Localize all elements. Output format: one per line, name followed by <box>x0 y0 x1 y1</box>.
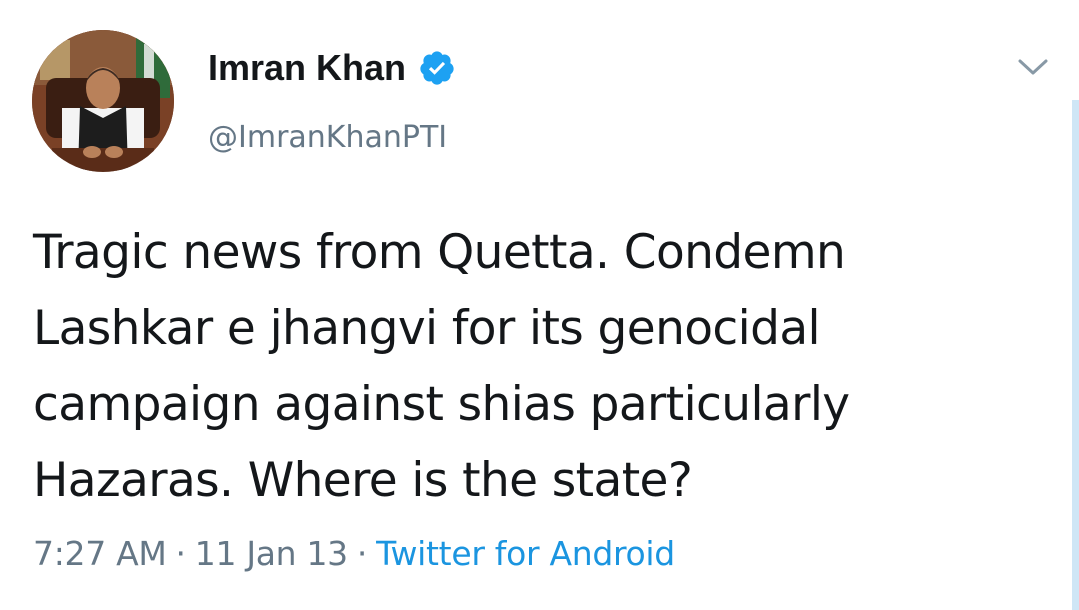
verified-badge-icon <box>420 51 454 85</box>
scrollbar[interactable] <box>1072 100 1079 610</box>
tweet-line: campaign against shias particularly <box>33 377 850 432</box>
profile-photo <box>32 30 174 172</box>
avatar[interactable] <box>32 30 174 172</box>
tweet-date[interactable]: 11 Jan 13 <box>195 534 348 573</box>
tweet-source-link[interactable]: Twitter for Android <box>376 534 675 573</box>
tweet-time[interactable]: 7:27 AM <box>33 534 167 573</box>
chevron-down-icon[interactable] <box>1016 54 1050 80</box>
tweet-line: Lashkar e jhangvi for its genocidal <box>33 301 821 356</box>
display-name[interactable]: Imran Khan <box>208 46 406 90</box>
separator: · <box>175 534 187 573</box>
tweet-metadata: 7:27 AM · 11 Jan 13 · Twitter for Android <box>33 532 675 576</box>
display-name-row[interactable]: Imran Khan <box>208 46 456 90</box>
tweet-text: Tragic news from Quetta. Condemn Lashkar… <box>33 215 1033 519</box>
user-handle[interactable]: @ImranKhanPTI <box>208 118 447 158</box>
tweet-line: Tragic news from Quetta. Condemn <box>33 225 846 280</box>
separator: · <box>356 534 368 573</box>
tweet-line: Hazaras. Where is the state? <box>33 453 693 508</box>
